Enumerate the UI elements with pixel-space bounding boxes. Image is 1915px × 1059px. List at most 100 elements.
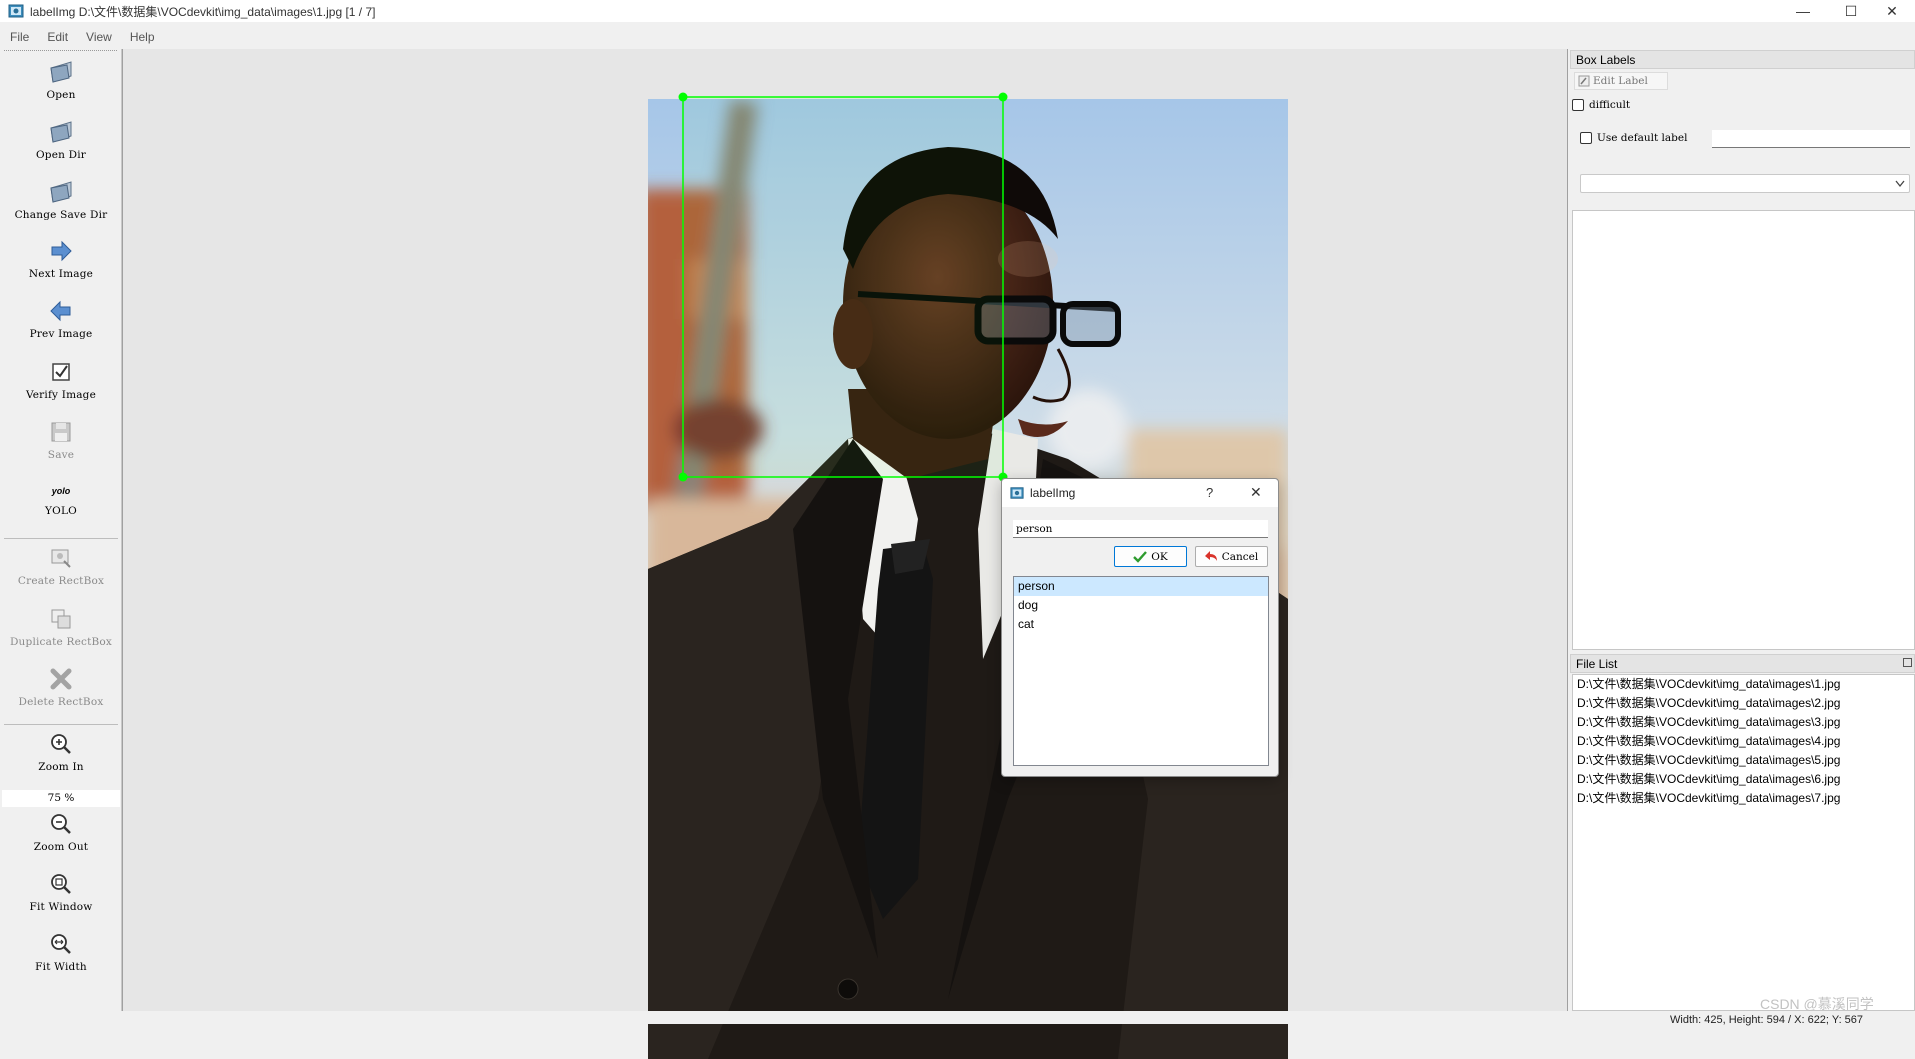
file-list[interactable]: D:\文件\数据集\VOCdevkit\img_data\images\1.jp…: [1572, 674, 1915, 1011]
yolo-icon-text: yolo: [51, 486, 71, 496]
undo-arrow-icon: [1204, 550, 1217, 561]
list-item-person[interactable]: person: [1014, 577, 1268, 596]
menu-bar: File Edit View Help: [0, 26, 1915, 48]
zoom-spinbox[interactable]: 75 %: [2, 790, 120, 807]
fit-width-label: Fit Width: [35, 961, 87, 973]
undock-icon[interactable]: [1903, 658, 1912, 667]
menu-help[interactable]: Help: [120, 30, 163, 44]
file-list-item[interactable]: D:\文件\数据集\VOCdevkit\img_data\images\5.jp…: [1573, 751, 1914, 770]
box-labels-dock: Box Labels Edit Label difficult Use defa…: [1570, 50, 1915, 650]
bbox-handle-top-left[interactable]: [678, 92, 688, 102]
arrow-left-icon: [48, 298, 74, 324]
default-label-input[interactable]: [1712, 130, 1910, 148]
file-list-title[interactable]: File List: [1570, 654, 1915, 673]
use-default-label-checkbox[interactable]: [1580, 132, 1592, 144]
fit-width-button[interactable]: Fit Width: [0, 931, 122, 973]
menu-edit[interactable]: Edit: [37, 30, 76, 44]
folder-icon: [48, 59, 74, 85]
label-history-list[interactable]: person dog cat: [1013, 576, 1269, 766]
save-label: Save: [47, 449, 75, 461]
delete-x-icon: [48, 666, 74, 692]
tools-toolbar: Open Open Dir Change Save Dir Next Image…: [0, 49, 122, 1011]
difficult-checkbox[interactable]: [1572, 99, 1584, 111]
file-list-item[interactable]: D:\文件\数据集\VOCdevkit\img_data\images\6.jp…: [1573, 770, 1914, 789]
menu-view[interactable]: View: [76, 30, 120, 44]
fit-window-label: Fit Window: [29, 901, 93, 913]
list-item-dog[interactable]: dog: [1014, 596, 1268, 615]
duplicate-icon: [48, 606, 74, 632]
format-toggle-button[interactable]: yolo YOLO: [0, 481, 122, 517]
file-list-item[interactable]: D:\文件\数据集\VOCdevkit\img_data\images\3.jp…: [1573, 713, 1914, 732]
difficult-checkbox-row[interactable]: difficult: [1572, 99, 1630, 111]
fit-width-icon: [48, 931, 74, 957]
bbox-overlay: [678, 92, 1008, 482]
zoom-in-icon: [48, 731, 74, 757]
toolbar-separator: [4, 724, 118, 725]
folder-icon: [48, 119, 74, 145]
close-window-button[interactable]: ✕: [1869, 0, 1915, 22]
file-list-item[interactable]: D:\文件\数据集\VOCdevkit\img_data\images\4.jp…: [1573, 732, 1914, 751]
next-image-button[interactable]: Next Image: [0, 238, 122, 280]
status-bar: Width: 425, Height: 594 / X: 622; Y: 567: [0, 1011, 1915, 1026]
labelimg-app-icon: [1010, 487, 1024, 499]
use-default-label-text: Use default label: [1597, 132, 1688, 144]
minimize-button[interactable]: —: [1780, 0, 1826, 22]
box-label-list[interactable]: [1572, 210, 1915, 650]
labelimg-app-icon: [8, 4, 24, 18]
edit-label-button[interactable]: Edit Label: [1574, 72, 1668, 90]
window-title: labelImg D:\文件\数据集\VOCdevkit\img_data\im…: [30, 4, 376, 19]
fit-window-icon: [48, 871, 74, 897]
file-list-item[interactable]: D:\文件\数据集\VOCdevkit\img_data\images\2.jp…: [1573, 694, 1914, 713]
pencil-icon: [1578, 75, 1590, 87]
bbox-handle-top-right[interactable]: [998, 92, 1008, 102]
format-label: YOLO: [45, 505, 77, 517]
bbox-handle-bottom-left[interactable]: [678, 472, 688, 482]
file-list-item[interactable]: D:\文件\数据集\VOCdevkit\img_data\images\1.jp…: [1573, 675, 1914, 694]
create-rectbox-button[interactable]: Create RectBox: [0, 545, 122, 587]
toolbar-grip[interactable]: [4, 50, 117, 53]
zoom-in-button[interactable]: Zoom In: [0, 731, 122, 773]
change-save-dir-label: Change Save Dir: [14, 209, 108, 221]
ok-label: OK: [1151, 550, 1168, 563]
checkbox-icon: [48, 359, 74, 385]
change-save-dir-button[interactable]: Change Save Dir: [0, 179, 122, 221]
open-dir-button[interactable]: Open Dir: [0, 119, 122, 161]
dialog-close-button[interactable]: ✕: [1250, 484, 1262, 501]
cancel-button[interactable]: Cancel: [1195, 546, 1268, 567]
bounding-box-person[interactable]: [682, 96, 1004, 478]
next-image-label: Next Image: [28, 268, 94, 280]
arrow-right-icon: [48, 238, 74, 264]
dialog-help-button[interactable]: ?: [1206, 485, 1213, 500]
zoom-out-icon: [48, 811, 74, 837]
label-filter-combobox[interactable]: [1580, 174, 1910, 193]
checkmark-icon: [1133, 550, 1148, 563]
file-list-item[interactable]: D:\文件\数据集\VOCdevkit\img_data\images\7.jp…: [1573, 789, 1914, 808]
ok-button[interactable]: OK: [1114, 546, 1187, 567]
label-dialog: labelImg ? ✕ person OK Cancel person dog…: [1001, 478, 1279, 777]
duplicate-rectbox-button[interactable]: Duplicate RectBox: [0, 606, 122, 648]
edit-label-text: Edit Label: [1593, 75, 1648, 87]
duplicate-rectbox-label: Duplicate RectBox: [9, 636, 113, 648]
create-rectbox-label: Create RectBox: [17, 575, 105, 587]
open-label: Open: [46, 89, 76, 101]
open-button[interactable]: Open: [0, 59, 122, 101]
chevron-down-icon: [1895, 180, 1905, 188]
list-item-cat[interactable]: cat: [1014, 615, 1268, 634]
label-input[interactable]: person: [1013, 520, 1268, 538]
verify-image-button[interactable]: Verify Image: [0, 359, 122, 401]
zoom-out-label: Zoom Out: [33, 841, 89, 853]
prev-image-button[interactable]: Prev Image: [0, 298, 122, 340]
delete-rectbox-button[interactable]: Delete RectBox: [0, 666, 122, 708]
box-labels-title[interactable]: Box Labels: [1570, 50, 1915, 69]
file-list-dock: File List D:\文件\数据集\VOCdevkit\img_data\i…: [1570, 654, 1915, 1011]
use-default-label-row[interactable]: Use default label: [1580, 132, 1687, 144]
maximize-button[interactable]: ☐: [1828, 0, 1874, 22]
menu-file[interactable]: File: [0, 30, 37, 44]
floppy-disk-icon: [48, 419, 74, 445]
difficult-label: difficult: [1589, 99, 1631, 111]
fit-window-button[interactable]: Fit Window: [0, 871, 122, 913]
zoom-out-button[interactable]: Zoom Out: [0, 811, 122, 853]
image-canvas[interactable]: [122, 49, 1568, 1059]
save-button[interactable]: Save: [0, 419, 122, 461]
title-bar: labelImg D:\文件\数据集\VOCdevkit\img_data\im…: [0, 0, 1915, 22]
